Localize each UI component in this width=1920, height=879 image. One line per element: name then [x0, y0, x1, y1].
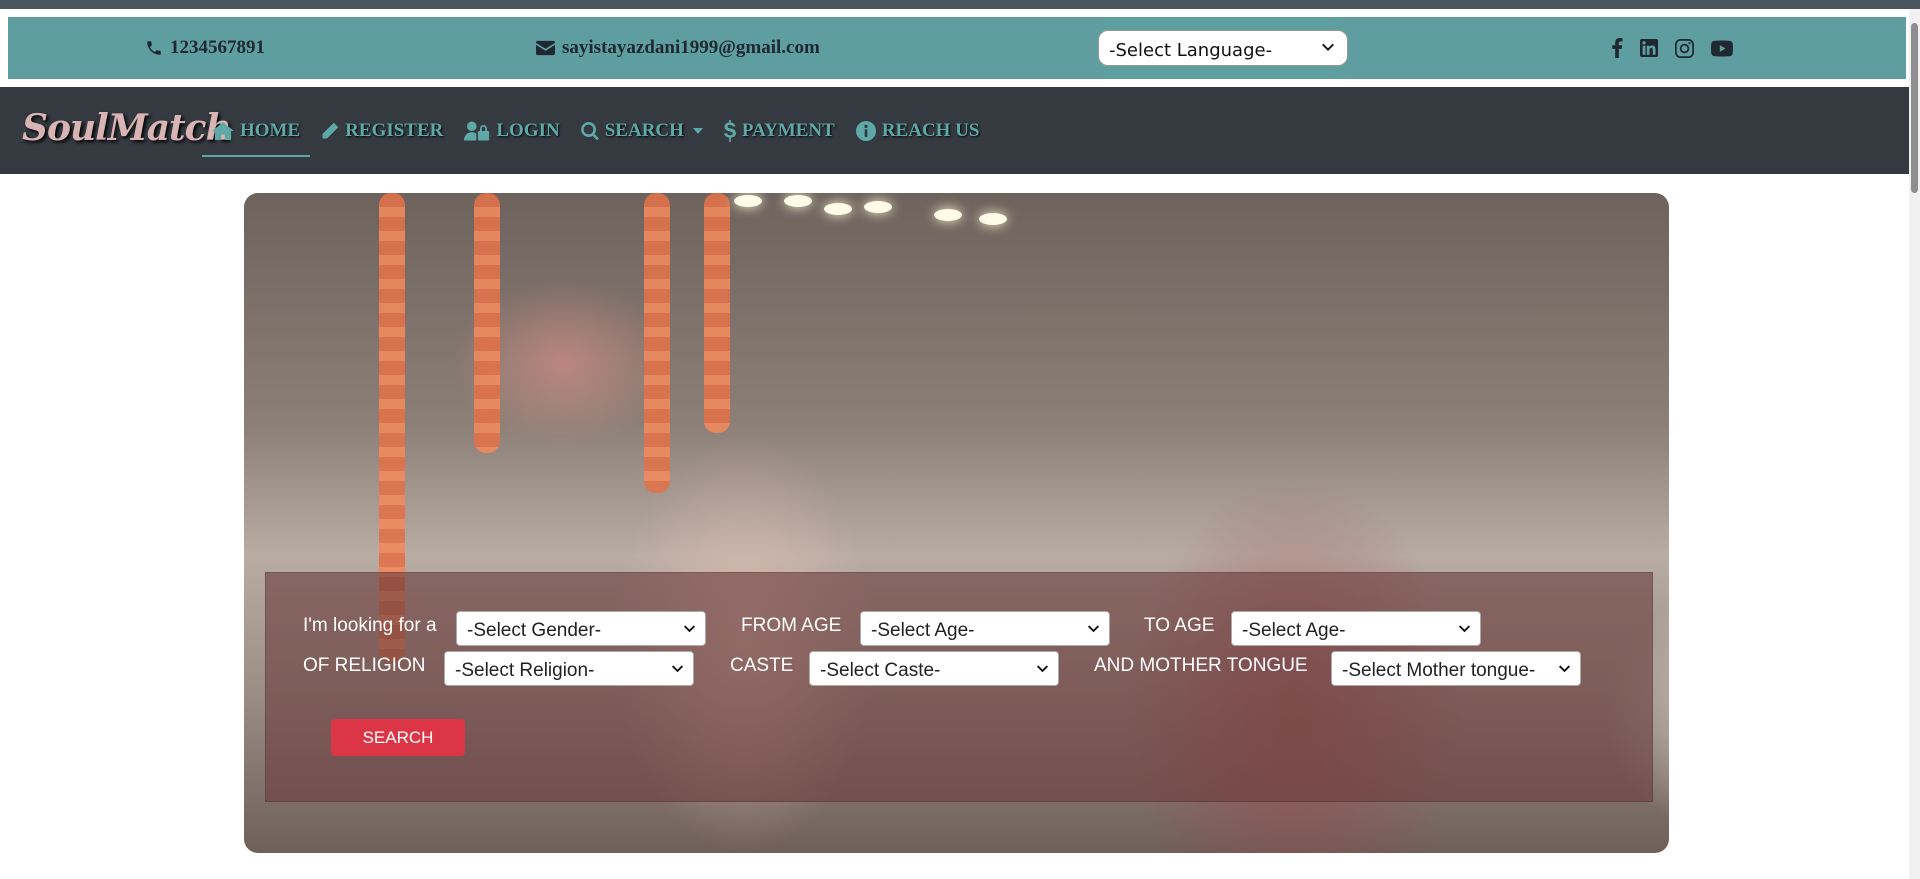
pencil-icon [322, 122, 339, 138]
ceiling-light [979, 213, 1007, 225]
language-select[interactable]: -Select Language- [1098, 30, 1348, 66]
from-age-select-value: -Select Age- [871, 620, 975, 641]
gender-select-value: -Select Gender- [467, 620, 602, 641]
nav-item-home[interactable]: HOME [201, 87, 311, 174]
top-strip [0, 0, 1920, 9]
from-age-select[interactable]: -Select Age- [860, 611, 1110, 646]
email-address: sayistayazdani1999@gmail.com [562, 37, 820, 58]
religion-select[interactable]: -Select Religion- [444, 651, 694, 686]
nav-item-label: REACH US [881, 119, 980, 141]
from-age-label: FROM AGE [741, 615, 842, 636]
nav-item-label: LOGIN [496, 119, 560, 141]
nav-menu: HOME REGISTER LOGIN SEARCH PAYMENT REACH… [201, 87, 1000, 174]
chevron-down-icon [1558, 665, 1571, 673]
chevron-down-icon [1458, 625, 1471, 633]
mother-tongue-label: AND MOTHER TONGUE [1094, 655, 1308, 676]
flower-garland-decoration [644, 193, 670, 493]
chevron-down-icon [683, 625, 696, 633]
nav-item-register[interactable]: REGISTER [321, 87, 443, 174]
chevron-down-icon [671, 665, 684, 673]
phone-icon [147, 41, 161, 55]
info-circle-icon [855, 120, 876, 141]
mother-tongue-select-value: -Select Mother tongue- [1342, 660, 1536, 681]
email-contact[interactable]: sayistayazdani1999@gmail.com [536, 17, 820, 79]
linkedin-icon[interactable] [1640, 39, 1658, 57]
caste-label: CASTE [730, 655, 794, 676]
mother-tongue-select[interactable]: -Select Mother tongue- [1331, 651, 1581, 686]
facebook-icon[interactable] [1611, 38, 1623, 58]
ceiling-light [934, 209, 962, 221]
brand-logo[interactable]: SoulMatch [22, 107, 232, 149]
instagram-icon[interactable] [1675, 38, 1694, 58]
phone-number: 1234567891 [170, 37, 265, 58]
ceiling-light [784, 195, 812, 207]
social-links [1611, 17, 1733, 79]
religion-label: OF RELIGION [303, 655, 426, 676]
nav-item-payment[interactable]: PAYMENT [723, 87, 835, 174]
main-navbar: SoulMatch HOME REGISTER LOGIN SEARCH PAY… [0, 87, 1909, 174]
ceiling-light [824, 203, 852, 215]
religion-select-value: -Select Religion- [455, 660, 595, 681]
to-age-select-value: -Select Age- [1242, 620, 1346, 641]
language-select-value: -Select Language- [1109, 40, 1273, 61]
nav-item-reach-us[interactable]: REACH US [855, 87, 980, 174]
contact-bar: 1234567891 sayistayazdani1999@gmail.com … [6, 15, 1908, 81]
envelope-icon [536, 40, 555, 56]
search-button[interactable]: SEARCH [331, 719, 465, 756]
nav-item-label: SEARCH [604, 119, 684, 141]
flower-garland-decoration [704, 193, 730, 433]
home-icon [212, 121, 234, 140]
dropdown-caret-icon [692, 127, 703, 134]
nav-item-search[interactable]: SEARCH [580, 87, 703, 174]
page-scrollbar[interactable] [1909, 9, 1920, 879]
chevron-down-icon [1087, 625, 1100, 633]
to-age-select[interactable]: -Select Age- [1231, 611, 1481, 646]
nav-item-label: HOME [240, 119, 301, 141]
user-lock-icon [464, 120, 490, 141]
youtube-icon[interactable] [1711, 39, 1733, 57]
phone-contact[interactable]: 1234567891 [145, 17, 265, 79]
gender-select[interactable]: -Select Gender- [456, 611, 706, 646]
to-age-label: TO AGE [1144, 615, 1215, 636]
scrollbar-thumb[interactable] [1911, 23, 1918, 193]
chevron-down-icon [1036, 665, 1049, 673]
flower-garland-decoration [474, 193, 500, 453]
nav-item-label: REGISTER [345, 119, 444, 141]
search-icon [580, 121, 599, 140]
caste-select[interactable]: -Select Caste- [809, 651, 1059, 686]
ceiling-light [864, 201, 892, 213]
nav-item-login[interactable]: LOGIN [464, 87, 560, 174]
dollar-icon [723, 119, 736, 142]
caste-select-value: -Select Caste- [820, 660, 941, 681]
chevron-down-icon [1322, 43, 1334, 51]
partner-search-form: I'm looking for a -Select Gender- FROM A… [265, 572, 1653, 802]
ceiling-light [734, 195, 762, 207]
looking-for-label: I'm looking for a [303, 615, 437, 636]
nav-item-label: PAYMENT [741, 119, 835, 141]
